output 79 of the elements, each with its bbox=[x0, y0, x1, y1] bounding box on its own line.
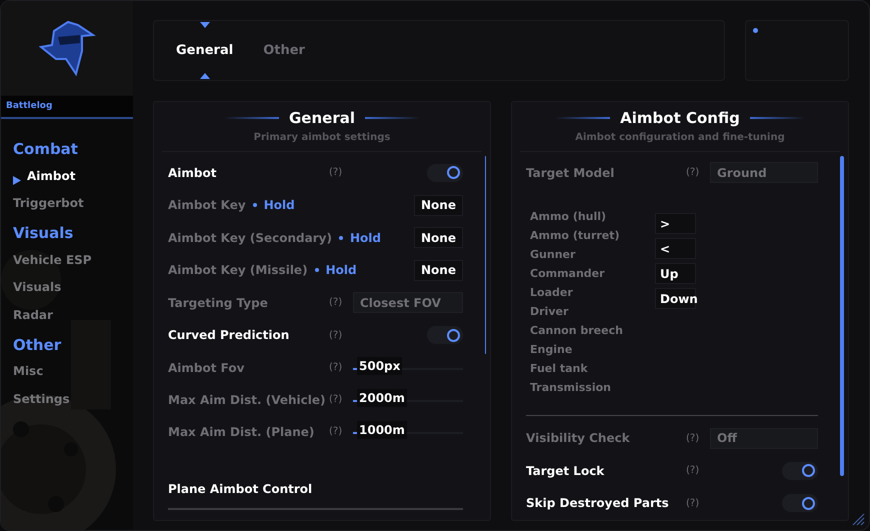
toggle-switch[interactable] bbox=[782, 462, 818, 480]
option-label: Curved Prediction bbox=[168, 327, 290, 344]
slider[interactable]: 2000m bbox=[353, 388, 463, 412]
key-mode[interactable]: Hold bbox=[326, 261, 357, 280]
help-marker[interactable]: (?) bbox=[329, 295, 351, 310]
slider[interactable]: 500px bbox=[353, 356, 463, 380]
pointer-icon bbox=[13, 176, 21, 186]
option-label: Visibility Check bbox=[526, 430, 631, 448]
resize-grip-icon bbox=[851, 512, 865, 526]
part-item[interactable]: Cannon breech bbox=[530, 323, 655, 342]
part-item[interactable]: Engine bbox=[530, 342, 655, 361]
help-marker[interactable]: (?) bbox=[329, 328, 351, 343]
key-button[interactable]: > bbox=[655, 213, 696, 234]
toggle-switch[interactable] bbox=[427, 164, 463, 182]
help-marker[interactable]: (?) bbox=[329, 165, 351, 180]
option-label: Aimbot bbox=[168, 164, 218, 182]
option-label: Aimbot Fov bbox=[168, 360, 246, 376]
help-marker[interactable]: (?) bbox=[686, 463, 708, 478]
slider[interactable]: 1000m bbox=[353, 420, 463, 444]
help-marker[interactable]: (?) bbox=[686, 496, 708, 511]
slider-value: 500px bbox=[357, 356, 402, 374]
toggle-switch[interactable] bbox=[782, 494, 818, 512]
part-item[interactable]: Loader bbox=[530, 285, 655, 304]
help-marker[interactable]: (?) bbox=[329, 424, 351, 439]
nav-item[interactable]: Radar bbox=[13, 306, 121, 334]
option-label: Target Lock bbox=[526, 462, 606, 480]
key-button[interactable]: < bbox=[655, 238, 696, 259]
key-button[interactable]: None bbox=[414, 260, 463, 281]
nav-item[interactable]: Vehicle ESP bbox=[13, 251, 121, 278]
knight-helmet-logo-icon bbox=[38, 18, 96, 78]
key-button[interactable]: Up bbox=[655, 263, 696, 284]
scrollbar[interactable] bbox=[485, 156, 486, 354]
dropdown[interactable]: Closest FOV bbox=[353, 292, 463, 314]
slider-value: 1000m bbox=[357, 420, 407, 438]
part-item[interactable]: Transmission bbox=[530, 380, 655, 399]
option-label: Target Model bbox=[526, 164, 616, 182]
part-item[interactable]: Gunner bbox=[530, 247, 655, 266]
part-item[interactable]: Ammo (turret) bbox=[530, 228, 655, 247]
key-button[interactable]: Down bbox=[655, 288, 696, 309]
key-button[interactable]: None bbox=[414, 227, 463, 248]
help-marker[interactable]: (?) bbox=[329, 392, 351, 407]
option-label: Max Aim Dist. (Plane) bbox=[168, 424, 316, 440]
nav-item[interactable]: Visuals bbox=[13, 278, 121, 306]
panel-subtitle: Primary aimbot settings bbox=[254, 130, 390, 144]
dropdown[interactable]: Ground bbox=[710, 162, 818, 184]
section-heading: Visuals bbox=[13, 223, 74, 244]
option-label: Aimbot Key (Missile) bbox=[168, 262, 308, 280]
part-item[interactable]: Ammo (hull) bbox=[530, 209, 655, 228]
part-item[interactable]: Commander bbox=[530, 266, 655, 285]
section-heading: Other bbox=[13, 334, 62, 356]
nav-item[interactable]: Triggerbot bbox=[13, 194, 121, 222]
slider-value: 2000m bbox=[357, 388, 407, 406]
part-item[interactable]: Fuel tank bbox=[530, 361, 655, 380]
scrollbar[interactable] bbox=[840, 156, 844, 476]
key-mode[interactable]: Hold bbox=[264, 196, 295, 214]
key-mode[interactable]: Hold bbox=[350, 228, 381, 247]
option-label: Targeting Type bbox=[168, 294, 269, 312]
option-label: Aimbot Key bbox=[168, 197, 246, 214]
panel-title: General bbox=[289, 108, 355, 129]
option-label: Max Aim Dist. (Vehicle) bbox=[168, 392, 326, 408]
toggle-switch[interactable] bbox=[427, 326, 463, 344]
tab[interactable]: General bbox=[164, 20, 246, 81]
dropdown[interactable]: Off bbox=[710, 428, 818, 449]
nav-item[interactable]: Settings bbox=[13, 390, 121, 418]
panel-subtitle: Aimbot configuration and fine-tuning bbox=[575, 130, 785, 144]
brand-label: Battlelog bbox=[6, 100, 52, 113]
part-item[interactable]: Driver bbox=[530, 304, 655, 323]
key-button[interactable]: None bbox=[414, 194, 463, 216]
tab[interactable]: Other bbox=[251, 20, 317, 81]
section-heading: Plane Aimbot Control bbox=[168, 482, 312, 496]
help-marker[interactable]: (?) bbox=[686, 165, 708, 180]
help-marker[interactable]: (?) bbox=[329, 360, 351, 375]
option-label: Aimbot Key (Secondary) bbox=[168, 230, 332, 247]
option-label: Skip Destroyed Parts bbox=[526, 495, 670, 512]
help-marker[interactable]: (?) bbox=[686, 430, 708, 446]
section-heading: Combat bbox=[13, 139, 79, 160]
nav-item[interactable]: Misc bbox=[13, 362, 121, 390]
nav-item[interactable]: Aimbot bbox=[13, 167, 121, 194]
panel-title: Aimbot Config bbox=[620, 108, 740, 129]
